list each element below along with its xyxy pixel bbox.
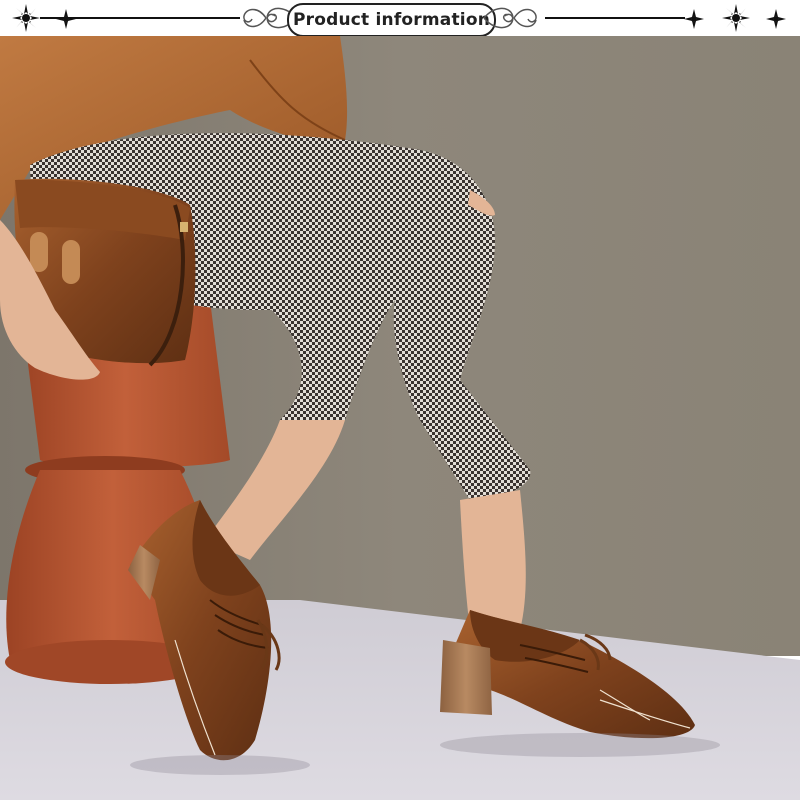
star-ornament-icon	[12, 4, 40, 32]
page-title: Product information	[292, 10, 491, 30]
product-page: Product information	[0, 0, 800, 800]
left-divider-line	[40, 17, 240, 19]
title-badge: Product information	[287, 3, 496, 37]
right-swirl-icon	[483, 7, 537, 29]
product-photo	[0, 36, 800, 800]
product-information-header: Product information	[0, 0, 800, 37]
small-star-ornament-icon	[766, 9, 786, 29]
small-star-ornament-icon	[684, 9, 704, 29]
right-shin	[460, 490, 526, 630]
product-photo-illustration	[0, 36, 800, 800]
star-ornament-icon	[722, 4, 750, 32]
right-divider-line	[545, 17, 685, 19]
small-star-ornament-icon	[56, 9, 76, 29]
